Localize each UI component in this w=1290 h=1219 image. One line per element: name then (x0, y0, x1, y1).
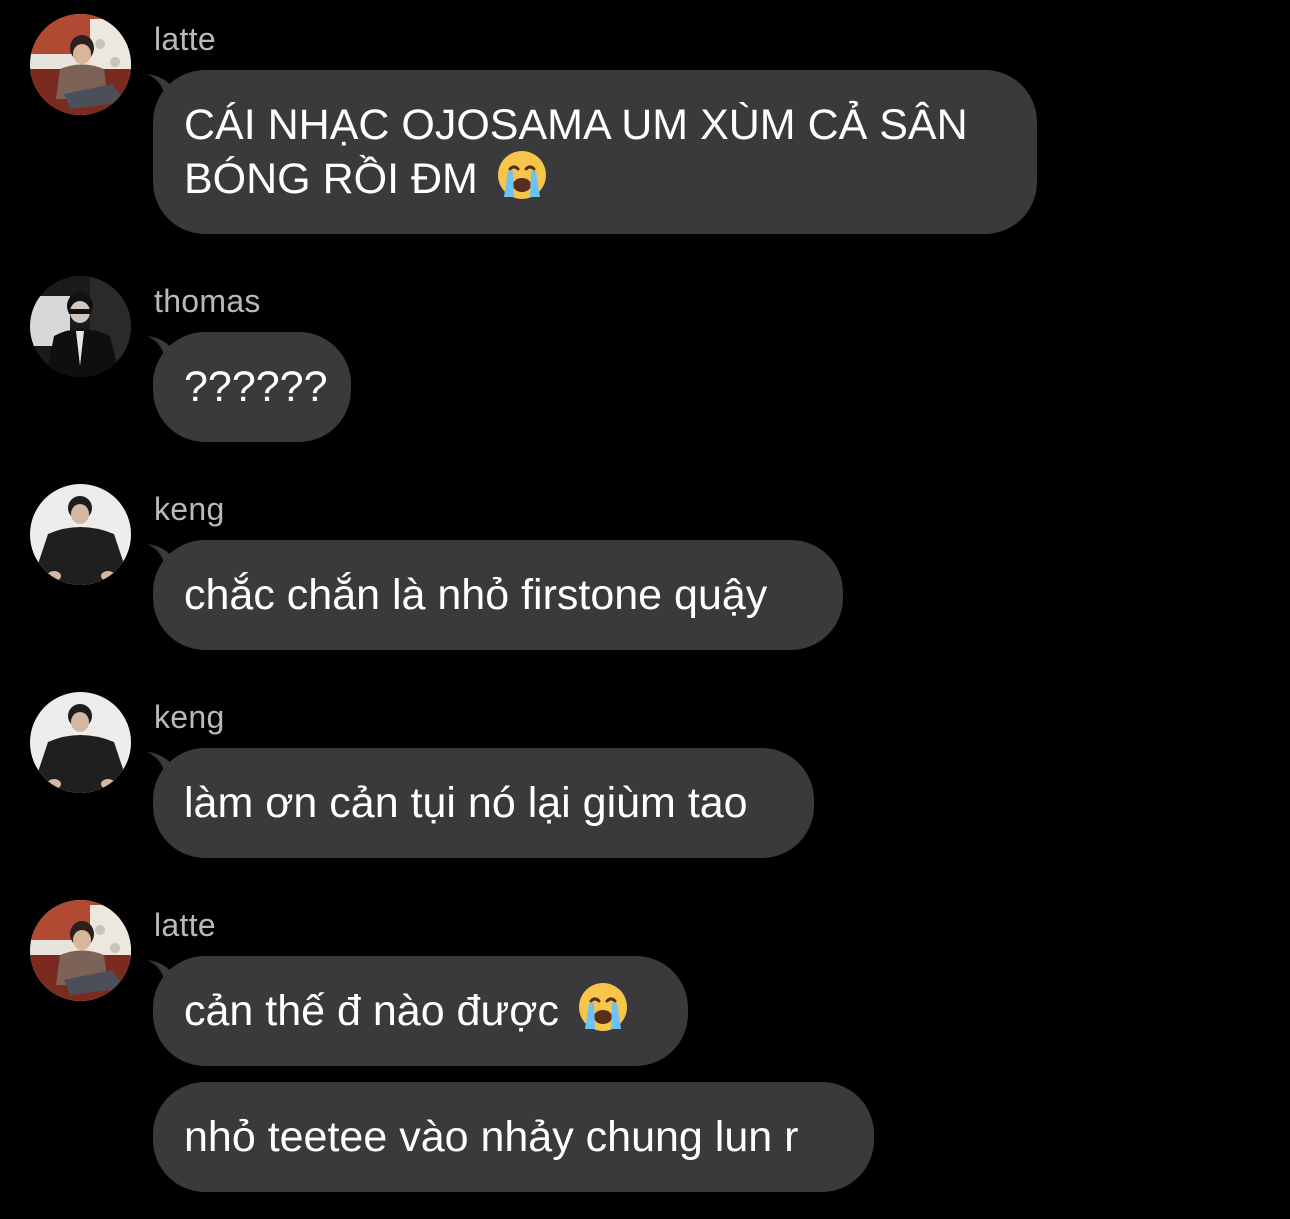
message-text: ?????? (184, 363, 328, 411)
avatar[interactable] (30, 484, 131, 585)
latte-avatar-image (30, 14, 131, 115)
message-bubble[interactable]: làm ơn cản tụi nó lại giùm tao (153, 748, 814, 858)
chat-thread: latte CÁI NHẠC OJOSAMA UM XÙM CẢ SÂN BÓN… (0, 0, 1290, 1219)
sender-name: latte (154, 907, 216, 943)
message-bubble[interactable]: CÁI NHẠC OJOSAMA UM XÙM CẢ SÂN BÓNG RỒI … (153, 70, 1037, 234)
avatar[interactable] (30, 692, 131, 793)
message-text: chắc chắn là nhỏ firstone quậy (184, 571, 768, 619)
keng-avatar-image (30, 692, 131, 793)
message-text-line: CÁI NHẠC OJOSAMA UM XÙM CẢ SÂN (184, 101, 968, 149)
message-bubble[interactable]: cản thế đ nào được (153, 956, 688, 1066)
loudly-crying-face-icon (577, 981, 629, 1033)
message-text: làm ơn cản tụi nó lại giùm tao (184, 779, 748, 827)
sender-name: keng (154, 491, 225, 527)
loudly-crying-face-icon (496, 149, 548, 201)
avatar[interactable] (30, 14, 131, 115)
avatar[interactable] (30, 276, 131, 377)
message-text: nhỏ teetee vào nhảy chung lun r (184, 1113, 799, 1161)
message-bubble[interactable]: nhỏ teetee vào nhảy chung lun r (153, 1082, 874, 1192)
avatar[interactable] (30, 900, 131, 1001)
sender-name: keng (154, 699, 225, 735)
message-bubble[interactable]: chắc chắn là nhỏ firstone quậy (153, 540, 843, 650)
thomas-avatar-image (30, 276, 131, 377)
message-text: cản thế đ nào được (184, 987, 559, 1035)
keng-avatar-image (30, 484, 131, 585)
message-text: CÁI NHẠC OJOSAMA UM XÙM CẢ SÂN BÓNG RỒI … (184, 98, 968, 206)
message-bubble[interactable]: ?????? (153, 332, 351, 442)
message-text-line: BÓNG RỒI ĐM (184, 155, 478, 203)
latte-avatar-image (30, 900, 131, 1001)
sender-name: latte (154, 21, 216, 57)
sender-name: thomas (154, 283, 261, 319)
